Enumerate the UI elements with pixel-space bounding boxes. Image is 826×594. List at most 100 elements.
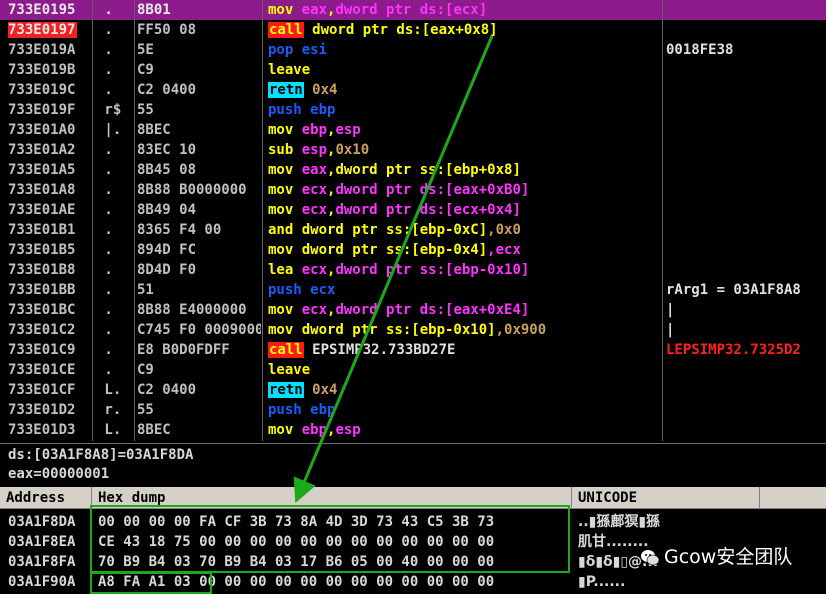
disasm-address: 733E019A <box>8 40 90 60</box>
disasm-row[interactable]: 733E01BB . 51 push ecx rArg1 = 03A1F8A8 <box>0 280 826 300</box>
disasm-comment <box>666 220 826 240</box>
disasm-flow-mark: L. <box>96 382 122 398</box>
disasm-comment <box>666 360 826 380</box>
instruction-token: mov <box>268 422 302 438</box>
disasm-instruction: mov ecx,dword ptr ds:[ecx+0x4] <box>268 200 660 220</box>
disasm-row[interactable]: 733E0197 . FF50 08 call dword ptr ds:[eax+… <box>0 20 826 40</box>
disasm-flow-mark: . <box>96 182 113 198</box>
disasm-row[interactable]: 733E01BC . 8B88 E4000000 mov ecx,dword ptr… <box>0 300 826 320</box>
disasm-comment <box>666 180 826 200</box>
disasm-opcode-bytes: 8B88 E4000000 <box>137 302 247 318</box>
disasm-comment: 0018FE38 <box>666 42 734 58</box>
disasm-row[interactable]: 733E01A8 . 8B88 B0000000 mov ecx,dword ptr… <box>0 180 826 200</box>
instruction-token: mov <box>268 302 302 318</box>
disasm-comment <box>666 420 826 440</box>
disasm-row[interactable]: 733E01A5 . 8B45 08 mov eax,dword ptr ss:[e… <box>0 160 826 180</box>
disasm-row[interactable]: 733E01A2 . 83EC 10 sub esp,0x10 <box>0 140 826 160</box>
address-text: 733E0195 <box>8 2 76 18</box>
instruction-token: esp <box>335 422 361 438</box>
disasm-row[interactable]: 733E0195 . 8B01 mov eax,dword ptr ds:[ecx] <box>0 0 826 20</box>
instruction-token: ecx <box>310 282 336 298</box>
disasm-instruction: and dword ptr ss:[ebp-0xC],0x0 <box>268 220 660 240</box>
instruction-token: eax <box>301 162 328 178</box>
disasm-flow-mark: . <box>96 242 113 258</box>
column-header-unicode[interactable]: UNICODE <box>572 487 760 509</box>
address-text: 733E01AE <box>8 202 76 218</box>
address-text: 733E01B1 <box>8 222 76 238</box>
disasm-instruction: leave <box>268 60 660 80</box>
disasm-row[interactable]: 733E01D3 L. 8BEC mov ebp,esp <box>0 420 826 440</box>
disasm-flow-mark: . <box>96 222 113 238</box>
disassembly-pane[interactable]: 733E0195 . 8B01 mov eax,dword ptr ds:[ecx]… <box>0 0 826 441</box>
disasm-flow-mark: . <box>96 322 113 338</box>
disasm-comment: | <box>666 302 675 318</box>
disasm-flow-mark: . <box>96 22 113 38</box>
disasm-instruction: push ebp <box>268 400 660 420</box>
disasm-opcode-bytes: 894D FC <box>137 242 197 258</box>
disasm-opcode-bytes: C9 <box>137 62 154 78</box>
info-line-register: eax=00000001 <box>8 466 110 482</box>
column-divider[interactable] <box>262 0 263 441</box>
instruction-token: esi <box>301 42 328 58</box>
disasm-instruction: mov eax,dword ptr ss:[ebp+0x8] <box>268 160 660 180</box>
disasm-flow-mark: r. <box>96 402 122 418</box>
instruction-token: dword ptr ss:[ebp-0x4] <box>301 242 488 258</box>
disasm-address: 733E01D2 <box>8 400 90 420</box>
disasm-row[interactable]: 733E01CE . C9 leave <box>0 360 826 380</box>
disasm-opcode-bytes: 8B49 04 <box>137 202 197 218</box>
address-text: 733E019F <box>8 102 76 118</box>
instruction-token: dword ptr ds:[eax+0x8] <box>303 22 498 38</box>
instruction-token: leave <box>268 362 311 378</box>
instruction-token: dword ptr ds:[ecx+0x4] <box>335 202 521 218</box>
disasm-opcode-bytes: 8D4D F0 <box>137 262 197 278</box>
address-text: 733E019C <box>8 82 76 98</box>
disasm-opcode-bytes: 8B01 <box>137 2 171 18</box>
info-pane: ds:[03A1F8A8]=03A1F8DA eax=00000001 <box>0 443 826 485</box>
instruction-token: dword ptr ss:[ebp-0x10] <box>335 262 530 278</box>
column-divider[interactable] <box>134 0 135 441</box>
instruction-token: push <box>268 102 311 118</box>
address-text: 733E01B8 <box>8 262 76 278</box>
instruction-token: call <box>268 22 304 38</box>
disasm-row[interactable]: 733E01B1 . 8365 F4 00 and dword ptr ss:[eb… <box>0 220 826 240</box>
disasm-address: 733E01D3 <box>8 420 90 440</box>
disasm-row[interactable]: 733E01B8 . 8D4D F0 lea ecx,dword ptr ss:[e… <box>0 260 826 280</box>
disasm-row[interactable]: 733E01C9 . E8 B0D0FDFF call EPSIMP32.733BD… <box>0 340 826 360</box>
disasm-instruction: sub esp,0x10 <box>268 140 660 160</box>
disasm-row[interactable]: 733E01A0 |. 8BEC mov ebp,esp <box>0 120 826 140</box>
disasm-row[interactable]: 733E019B . C9 leave <box>0 60 826 80</box>
address-text: 733E01A0 <box>8 122 76 138</box>
disasm-row[interactable]: 733E019C . C2 0400 retn 0x4 <box>0 80 826 100</box>
address-text: 733E01CF <box>8 382 76 398</box>
dump-address: 03A1F8DA <box>8 514 76 530</box>
column-divider[interactable] <box>662 0 663 441</box>
instruction-token: 0x4 <box>303 382 338 398</box>
disasm-row[interactable]: 733E019F r$ 55 push ebp <box>0 100 826 120</box>
column-header-address[interactable]: Address <box>0 487 92 509</box>
address-text: 733E01BC <box>8 302 76 318</box>
disasm-address: 733E0197 <box>8 20 90 40</box>
disasm-row[interactable]: 733E01D2 r. 55 push ebp <box>0 400 826 420</box>
instruction-token: 0x10 <box>335 142 370 158</box>
disasm-flow-mark: . <box>96 342 113 358</box>
disasm-row[interactable]: 733E019A . 5E pop esi 0018FE38 <box>0 40 826 60</box>
disasm-row[interactable]: 733E01C2 . C745 F0 0009000 mov dword ptr s… <box>0 320 826 340</box>
disasm-comment: | <box>666 322 675 338</box>
disasm-instruction: pop esi <box>268 40 660 60</box>
disasm-address: 733E01A5 <box>8 160 90 180</box>
instruction-token: ecx <box>301 182 328 198</box>
disasm-opcode-bytes: 8BEC <box>137 422 171 438</box>
disasm-flow-mark: . <box>96 62 113 78</box>
disasm-row[interactable]: 733E01CF L. C2 0400 retn 0x4 <box>0 380 826 400</box>
disasm-row[interactable]: 733E01AE . 8B49 04 mov ecx,dword ptr ds:[e… <box>0 200 826 220</box>
disasm-comment <box>666 120 826 140</box>
disasm-address: 733E01B1 <box>8 220 90 240</box>
disasm-flow-mark: . <box>96 362 113 378</box>
column-divider[interactable] <box>92 0 93 441</box>
disasm-row[interactable]: 733E01B5 . 894D FC mov dword ptr ss:[ebp-0… <box>0 240 826 260</box>
address-text: 733E01A2 <box>8 142 76 158</box>
disasm-comment <box>666 200 826 220</box>
disasm-instruction: mov ecx,dword ptr ds:[eax+0xE4] <box>268 300 660 320</box>
address-text: 733E01C2 <box>8 322 76 338</box>
instruction-token: dword ptr ds:[ <box>335 2 454 18</box>
